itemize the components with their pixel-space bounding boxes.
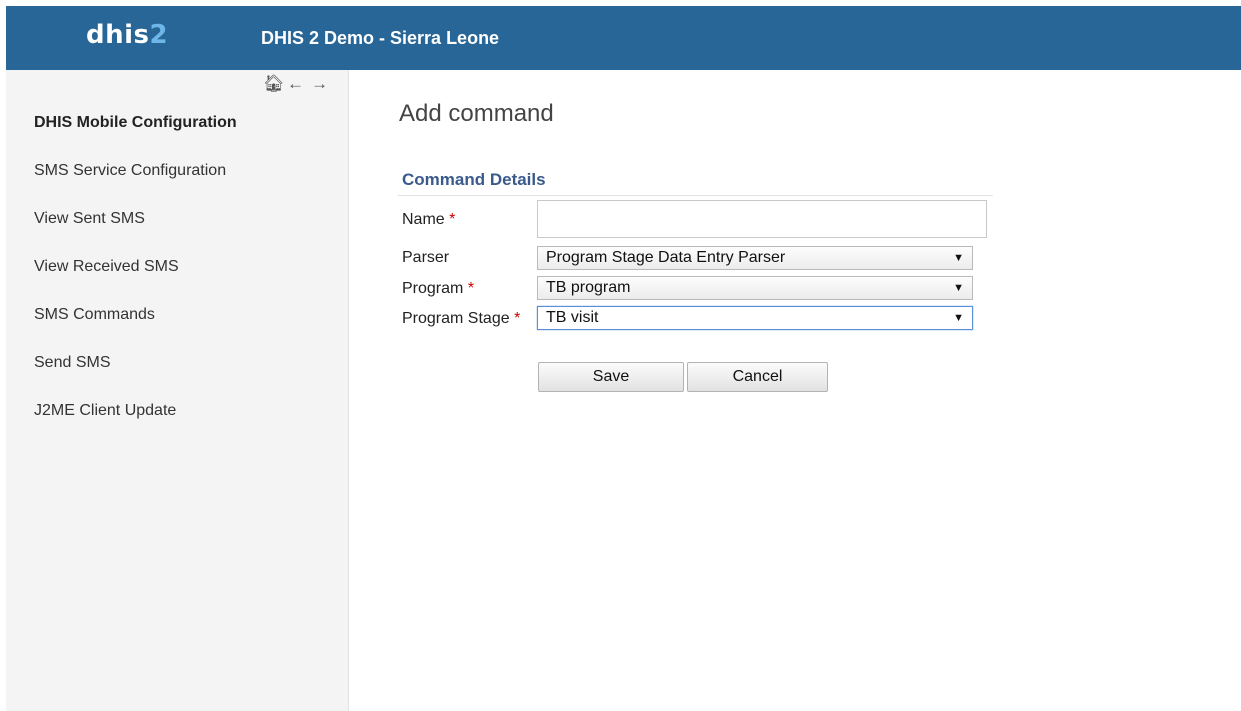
name-label-text: Name [402, 211, 445, 228]
sidebar-item-send-sms[interactable]: Send SMS [34, 354, 237, 402]
program-label: Program * [402, 280, 474, 298]
logo-number: 2 [149, 20, 169, 50]
page-title: Add command [399, 100, 554, 127]
sidebar-nav-icons: 🏠︎ ← → [263, 74, 328, 94]
instance-title: DHIS 2 Demo - Sierra Leone [261, 28, 500, 48]
parser-dropdown-arrow-icon: ▼ [953, 252, 964, 264]
sidebar-item-dhis-mobile-configuration[interactable]: DHIS Mobile Configuration [34, 114, 237, 162]
section-divider [398, 195, 993, 196]
name-input[interactable] [537, 200, 987, 238]
program-selected-value: TB program [546, 279, 631, 296]
parser-select[interactable]: Program Stage Data Entry Parser ▼ [537, 246, 973, 270]
parser-label: Parser [402, 249, 449, 267]
program-label-text: Program [402, 280, 464, 297]
program-stage-label: Program Stage * [402, 310, 520, 328]
forward-arrow-icon[interactable]: → [311, 74, 328, 94]
program-dropdown-arrow-icon: ▼ [953, 282, 964, 294]
name-required-mark: * [449, 211, 456, 228]
sidebar-menu: DHIS Mobile Configuration SMS Service Co… [34, 114, 237, 450]
program-stage-selected-value: TB visit [546, 309, 599, 326]
parser-label-text: Parser [402, 249, 450, 266]
logo-text: dhis [86, 20, 150, 50]
back-arrow-icon[interactable]: ← [287, 74, 304, 94]
home-icon[interactable]: 🏠︎ [263, 74, 285, 94]
cancel-button[interactable]: Cancel [687, 362, 828, 392]
sidebar-item-sms-commands[interactable]: SMS Commands [34, 306, 237, 354]
program-required-mark: * [467, 280, 475, 297]
program-select[interactable]: TB program ▼ [537, 276, 973, 300]
sidebar: 🏠︎ ← → DHIS Mobile Configuration SMS Ser… [6, 70, 349, 711]
program-stage-dropdown-arrow-icon: ▼ [953, 312, 964, 324]
sidebar-item-view-received-sms[interactable]: View Received SMS [34, 258, 237, 306]
dhis2-logo[interactable]: dhis2 [86, 20, 168, 50]
sidebar-item-sms-service-configuration[interactable]: SMS Service Configuration [34, 162, 237, 210]
program-stage-label-text: Program Stage [402, 310, 510, 327]
sidebar-item-view-sent-sms[interactable]: View Sent SMS [34, 210, 237, 258]
program-stage-required-mark: * [514, 310, 521, 327]
sidebar-item-j2me-client-update[interactable]: J2ME Client Update [34, 402, 237, 450]
parser-selected-value: Program Stage Data Entry Parser [546, 249, 786, 266]
program-stage-select[interactable]: TB visit ▼ [537, 306, 973, 330]
top-header: dhis2 DHIS 2 Demo - Sierra Leone [6, 6, 1241, 70]
name-label: Name * [402, 211, 455, 229]
section-title: Command Details [402, 170, 546, 189]
save-button[interactable]: Save [538, 362, 684, 392]
